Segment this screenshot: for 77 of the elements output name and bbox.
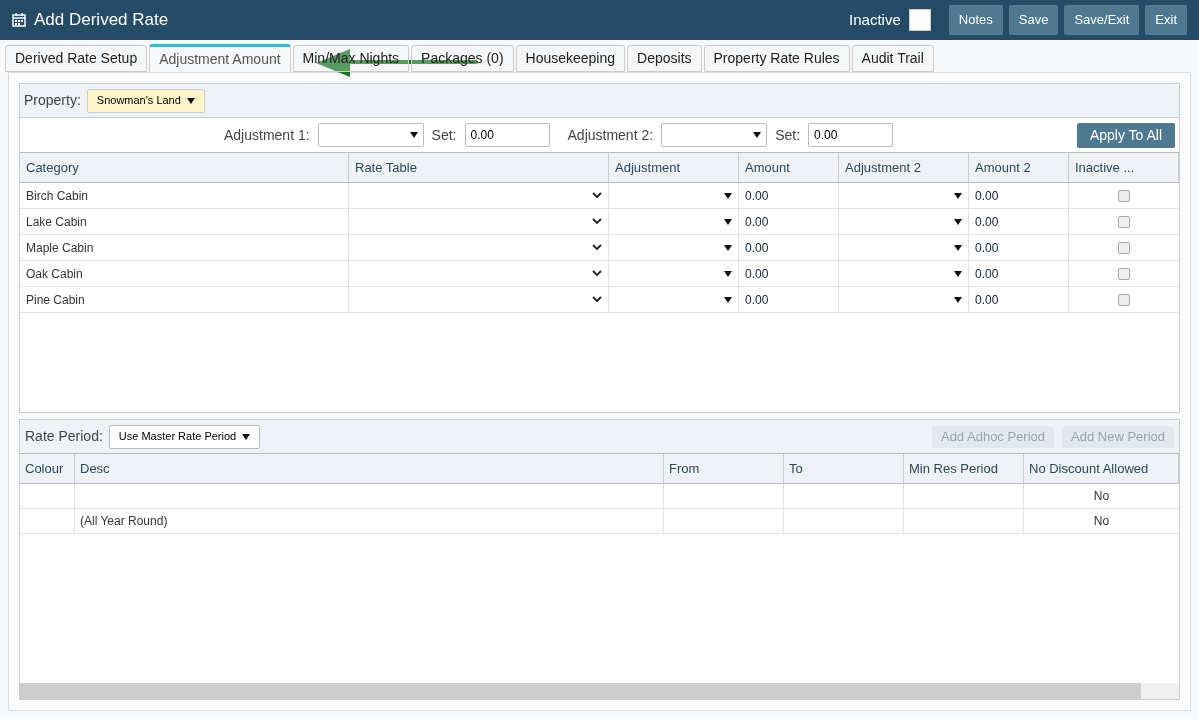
caret-icon (186, 97, 195, 104)
amount-cell[interactable]: 0.00 (739, 209, 839, 234)
amount-cell[interactable]: 0.00 (739, 235, 839, 260)
rate-period-label: Rate Period: (25, 427, 103, 446)
chevron-down-icon (592, 296, 602, 303)
column-header: Desc (75, 454, 664, 483)
adjustment-2-label: Adjustment 2: (567, 125, 654, 145)
caret-icon (724, 296, 732, 303)
caret-icon (954, 192, 962, 199)
table-cell: Lake Cabin (20, 209, 349, 234)
caret-icon (724, 192, 732, 199)
property-label: Property: (24, 91, 81, 110)
caret-icon (724, 270, 732, 277)
table-cell-text: No (1093, 513, 1110, 530)
rate-period-dropdown[interactable]: Use Master Rate Period (108, 424, 261, 449)
set-2-label: Set: (775, 125, 801, 145)
tab[interactable]: Housekeeping (515, 45, 626, 72)
table-cell: Oak Cabin (20, 261, 349, 286)
apply-to-all-button[interactable]: Apply To All (1076, 122, 1175, 148)
header-button[interactable]: Exit (1145, 5, 1187, 35)
column-header: Adjustment (609, 153, 739, 182)
set-1-label: Set: (431, 125, 457, 145)
amount-2-cell[interactable]: 0.00 (969, 209, 1069, 234)
amount-cell[interactable]: 0.00 (739, 261, 839, 286)
caret-icon (954, 296, 962, 303)
caret-icon (409, 132, 418, 138)
column-header: To (784, 454, 904, 483)
caret-icon (724, 218, 732, 225)
header-button[interactable]: Notes (948, 5, 1003, 35)
column-header: Inactive ... (1069, 153, 1179, 182)
column-header: Rate Table (349, 153, 609, 182)
column-header: Category (20, 153, 349, 182)
caret-icon (954, 270, 962, 277)
tab[interactable]: Deposits (627, 45, 702, 72)
amount-2-cell[interactable]: 0.00 (969, 261, 1069, 286)
inactive-label: Inactive (849, 9, 901, 30)
header-button[interactable]: Save (1008, 5, 1059, 35)
caret-icon (242, 433, 251, 440)
tab[interactable]: Property Rate Rules (703, 45, 850, 72)
table-cell: Pine Cabin (20, 287, 349, 312)
column-header: Amount 2 (969, 153, 1069, 182)
chevron-down-icon (592, 244, 602, 251)
caret-icon (753, 132, 762, 138)
amount-2-cell[interactable]: 0.00 (969, 235, 1069, 260)
caret-icon (724, 244, 732, 251)
tab[interactable]: Adjustment Amount (149, 44, 291, 72)
caret-icon (954, 244, 962, 251)
column-header: Amount (739, 153, 839, 182)
table-cell: Birch Cabin (20, 183, 349, 208)
chevron-down-icon (592, 218, 602, 225)
property-dropdown[interactable]: Snowman's Land (86, 88, 205, 113)
table-cell-text: No (1093, 488, 1110, 505)
table-cell: Maple Cabin (20, 235, 349, 260)
column-header: Min Res Period (904, 454, 1024, 483)
amount-2-cell[interactable]: 0.00 (969, 183, 1069, 208)
column-header: Colour (20, 454, 75, 483)
adjustment-1-label: Adjustment 1: (224, 125, 310, 145)
calendar-icon (12, 13, 26, 27)
adjustment-1-dropdown[interactable] (317, 123, 424, 147)
horizontal-scrollbar[interactable] (20, 683, 1179, 699)
amount-cell[interactable]: 0.00 (739, 287, 839, 312)
header-button[interactable]: Save/Exit (1064, 5, 1140, 35)
column-header: From (664, 454, 784, 483)
adjustment-2-dropdown[interactable] (661, 123, 768, 147)
set-2-field[interactable]: 0.00 (808, 123, 894, 147)
tab[interactable]: Derived Rate Setup (5, 45, 148, 72)
caret-icon (954, 218, 962, 225)
column-header: Adjustment 2 (839, 153, 969, 182)
window-title: Add Derived Rate (34, 9, 169, 32)
set-1-field[interactable]: 0.00 (464, 123, 550, 147)
chevron-down-icon (592, 270, 602, 277)
chevron-down-icon (592, 192, 602, 199)
amount-cell[interactable]: 0.00 (739, 183, 839, 208)
column-header: No Discount Allowed (1024, 454, 1179, 483)
table-cell-text: (All Year Round) (80, 513, 168, 530)
amount-2-cell[interactable]: 0.00 (969, 287, 1069, 312)
tab[interactable]: Audit Trail (851, 45, 934, 72)
